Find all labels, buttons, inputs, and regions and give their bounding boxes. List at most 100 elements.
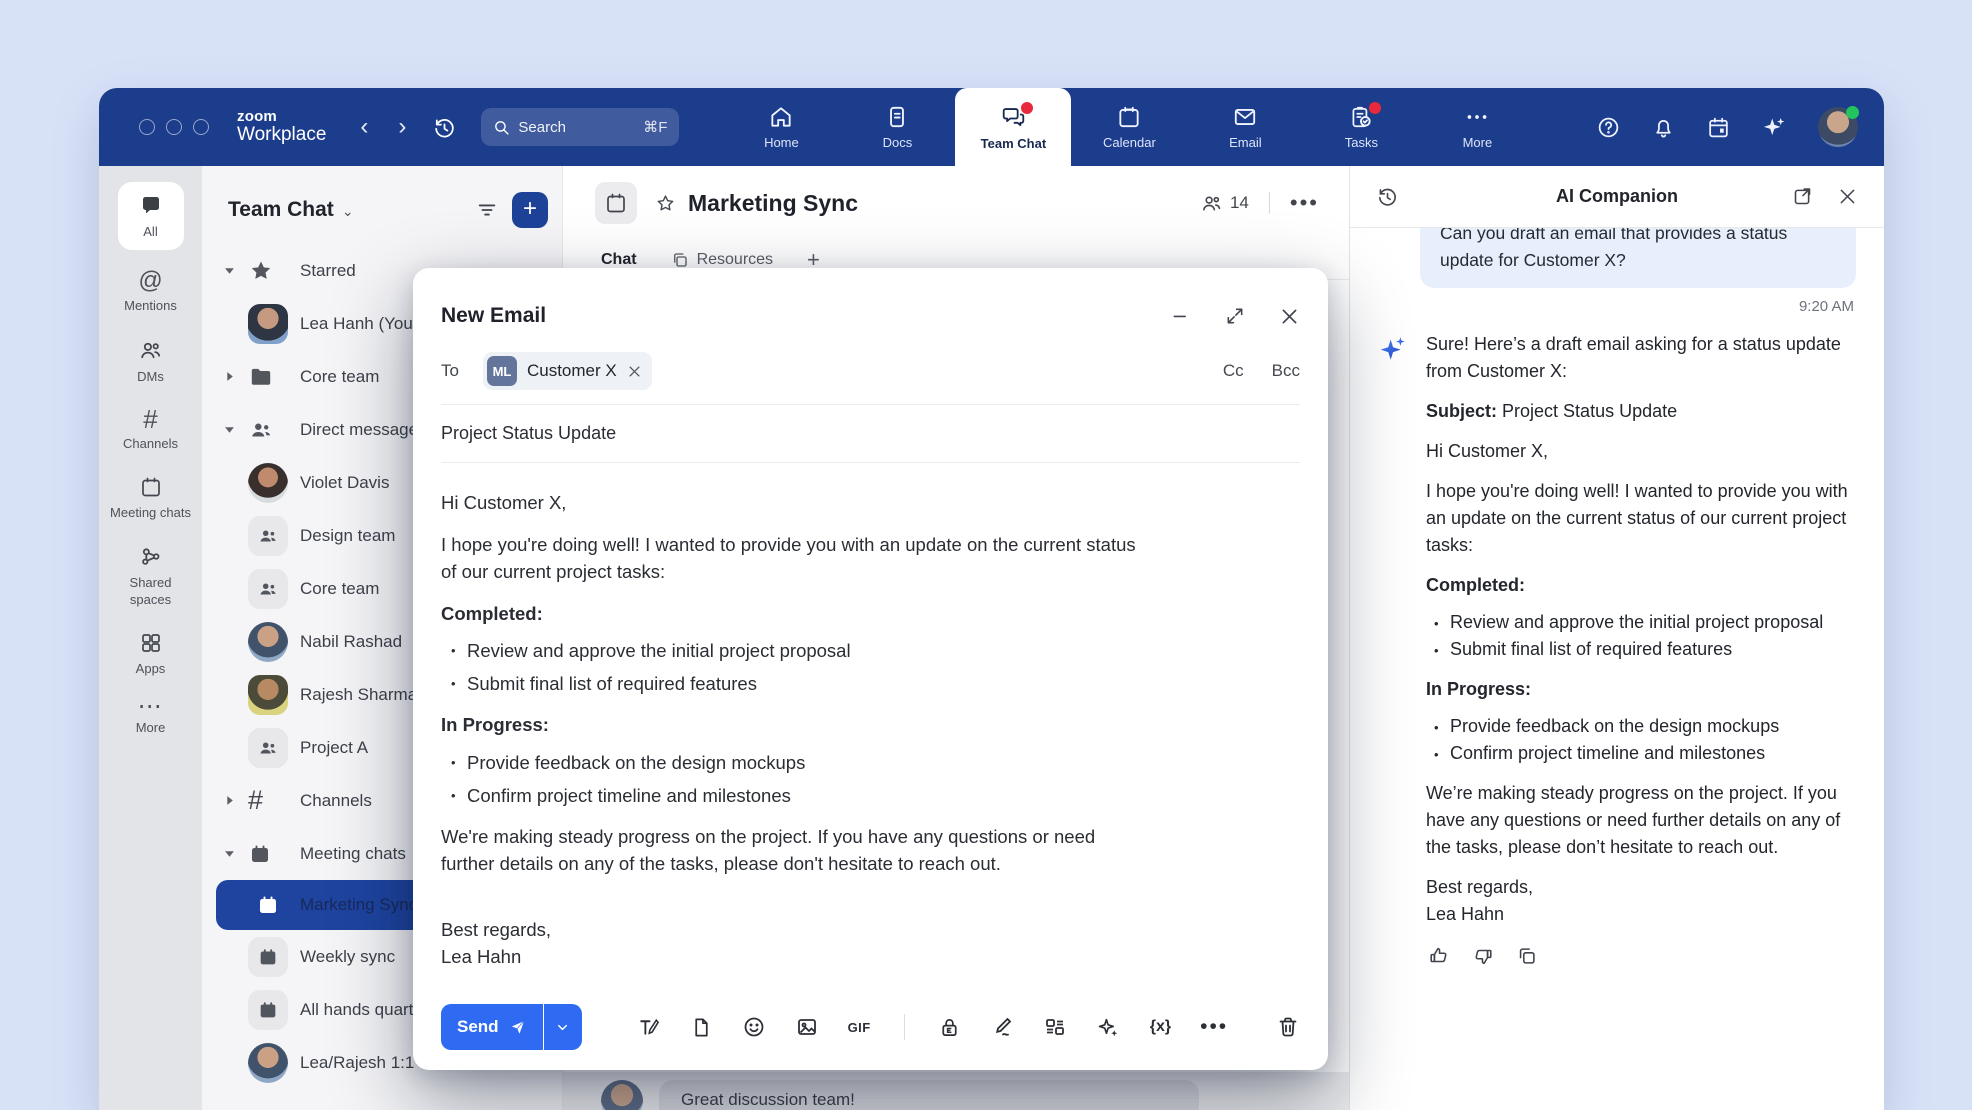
send-button[interactable]: Send [441,1004,543,1050]
text-format-icon[interactable] [636,1015,661,1040]
tab-chat[interactable]: Chat [601,251,637,269]
ai-response-inprogress-list: Provide feedback on the design mockups C… [1432,713,1856,767]
filter-icon[interactable] [476,199,498,221]
signature-icon[interactable] [990,1015,1014,1039]
team-chat-notification-dot [1021,102,1033,114]
expand-icon[interactable] [1225,306,1245,326]
members-icon[interactable] [1200,192,1223,215]
forward-arrow-icon[interactable]: › [398,115,406,139]
subject-input[interactable]: Project Status Update [441,423,616,444]
email-icon [1232,104,1258,130]
list-item: Submit final list of required features [1432,636,1832,663]
tab-resources[interactable]: Resources [671,251,773,269]
calendar-icon [1116,104,1142,130]
apps-icon [139,631,163,655]
online-status-dot [1846,106,1859,119]
list-item: Confirm project timeline and milestones [449,782,1141,809]
email-para1: I hope you're doing well! I wanted to pr… [441,531,1141,586]
history-icon[interactable] [432,115,457,140]
caret-right-icon [224,371,235,382]
email-body-editor[interactable]: Hi Customer X, I hope you're doing well!… [441,463,1141,971]
open-in-new-window-icon[interactable] [1792,186,1813,207]
chat-message-row: Great discussion team! [563,1072,1349,1110]
chat-bubble-icon [139,194,163,218]
rail-item-channels[interactable]: # Channels [108,396,194,463]
email-greeting: Hi Customer X, [441,489,1141,517]
cc-button[interactable]: Cc [1223,361,1244,381]
send-options-dropdown[interactable] [544,1004,582,1050]
rail-item-dms[interactable]: DMs [108,326,194,396]
search-input[interactable]: Search ⌘F [481,108,679,146]
ai-response-signature: Best regards,Lea Hahn [1426,874,1856,928]
channel-more-icon[interactable]: ••• [1290,198,1319,208]
trash-icon[interactable] [1276,1015,1300,1039]
avatar [248,463,288,503]
resources-icon [671,251,689,269]
tab-calendar[interactable]: Calendar [1071,88,1187,166]
tab-email[interactable]: Email [1187,88,1303,166]
bcc-button[interactable]: Bcc [1272,361,1300,381]
ai-companion-sparkle-icon[interactable] [1761,114,1788,141]
zoom-window-button[interactable] [193,119,209,135]
chat-message-bubble: Great discussion team! [659,1080,1199,1110]
close-panel-icon[interactable] [1837,186,1858,207]
user-avatar[interactable] [1818,107,1858,147]
channel-calendar-icon [595,182,637,224]
rail-item-mentions[interactable]: @ Mentions [108,258,194,325]
rail-item-shared-spaces[interactable]: Shared spaces [108,532,194,619]
remove-recipient-icon[interactable] [627,364,642,379]
rail-item-all[interactable]: All [118,182,184,250]
copy-icon[interactable] [1516,945,1538,967]
send-split-button: Send [441,1004,582,1050]
avatar [601,1080,643,1110]
image-icon[interactable] [795,1015,819,1039]
caret-down-icon [224,424,235,435]
divider [904,1014,905,1040]
star-channel-button[interactable] [655,193,676,214]
more-tools-icon[interactable]: ••• [1200,1023,1228,1031]
ai-sparkle-icon[interactable] [1096,1015,1121,1040]
email-inprogress-label: In Progress: [441,711,1141,739]
new-email-modal: New Email To ML Customer X Cc Bcc Pr [413,268,1328,1070]
template-file-icon[interactable] [690,1016,713,1039]
gif-button[interactable]: GIF [848,1020,871,1035]
group-icon [257,737,279,759]
zoom-workplace-logo: zoom Workplace [237,109,326,145]
minimize-icon[interactable] [1171,306,1191,326]
ai-history-icon[interactable] [1376,185,1399,208]
rail-item-more[interactable]: ⋯ More [108,688,194,747]
team-chat-title-dropdown[interactable]: Team Chat⌄ [228,198,354,222]
thumbs-up-icon[interactable] [1428,945,1450,967]
rail-item-meeting-chats[interactable]: Meeting chats [108,463,194,532]
variables-button[interactable]: {x} [1150,1018,1171,1036]
recipient-chip[interactable]: ML Customer X [483,352,652,390]
new-chat-button[interactable]: + [512,192,548,228]
list-item: Review and approve the initial project p… [1432,609,1832,636]
tab-team-chat[interactable]: Team Chat [955,88,1071,166]
ai-sparkle-icon [1378,333,1410,967]
todays-calendar-icon[interactable] [1706,115,1731,140]
rail-item-apps[interactable]: Apps [108,619,194,688]
emoji-icon[interactable] [742,1015,766,1039]
thumbs-down-icon[interactable] [1472,945,1494,967]
tab-tasks[interactable]: Tasks [1303,88,1419,166]
back-arrow-icon[interactable]: ‹ [360,115,368,139]
home-icon [768,104,794,130]
encrypt-lock-icon[interactable] [938,1016,961,1039]
close-window-button[interactable] [139,119,155,135]
sidebar-rail: All @ Mentions DMs # Channels Meeting ch… [99,166,202,1110]
minimize-window-button[interactable] [166,119,182,135]
help-icon[interactable] [1596,115,1621,140]
tab-home[interactable]: Home [723,88,839,166]
send-plane-icon [508,1018,527,1037]
tab-docs[interactable]: Docs [839,88,955,166]
close-icon[interactable] [1279,306,1300,327]
chevron-down-icon [555,1020,570,1035]
ai-response-intro: Sure! Here’s a draft email asking for a … [1426,331,1856,385]
tab-more[interactable]: More [1419,88,1535,166]
avatar [248,304,288,344]
meeting-calendar-icon [257,999,279,1021]
member-count[interactable]: 14 [1230,193,1249,213]
layout-template-icon[interactable] [1043,1015,1067,1039]
notifications-bell-icon[interactable] [1651,115,1676,140]
